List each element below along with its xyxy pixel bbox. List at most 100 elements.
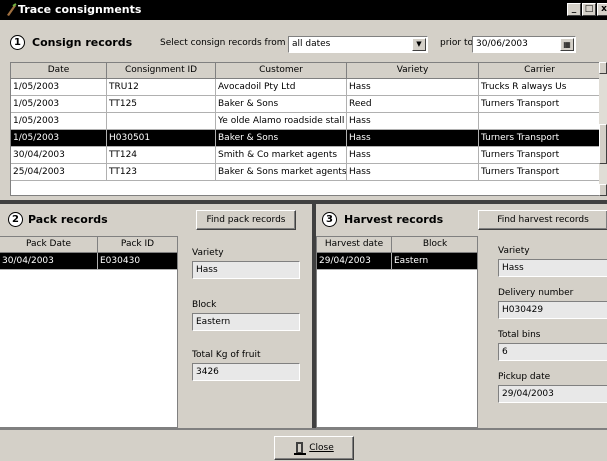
table-cell: Turners Transport	[479, 147, 599, 164]
column-header[interactable]: Date	[11, 63, 107, 79]
date-range-value: all dates	[292, 39, 331, 49]
table-cell: Hass	[347, 130, 479, 147]
harvest-section-title: Harvest records	[344, 213, 444, 226]
table-cell: Turners Transport	[479, 130, 599, 147]
harvest-variety-field: Hass	[498, 259, 607, 277]
table-cell: E030430	[98, 253, 177, 270]
table-cell: Baker & Sons	[216, 96, 347, 113]
table-cell: Turners Transport	[479, 96, 599, 113]
table-row[interactable]: 25/04/2003 TT123 Baker & Sons market agent…	[11, 164, 599, 181]
table-cell	[479, 113, 599, 130]
pickup-date-label: Pickup date	[498, 372, 551, 382]
column-header[interactable]: Harvest date	[317, 237, 392, 253]
table-row[interactable]: 1/05/2003 H030501 Baker & Sons Hass Turners …	[11, 130, 599, 147]
table-cell: 30/04/2003	[11, 147, 107, 164]
window-title: Trace consignments	[18, 3, 142, 16]
harvest-variety-label: Variety	[498, 246, 530, 256]
consign-grid-header: Date Consignment ID Customer Variety Carrier	[11, 63, 599, 79]
table-row[interactable]: 29/04/2003 Eastern	[317, 253, 477, 270]
table-cell: H030501	[107, 130, 216, 147]
table-row[interactable]: 1/05/2003 TT125 Baker & Sons Reed Turners Tr…	[11, 96, 599, 113]
consign-scrollbar[interactable]	[599, 62, 607, 196]
pack-variety-label: Variety	[192, 248, 224, 258]
section-2-number: 2	[8, 212, 23, 227]
table-cell: 1/05/2003	[11, 113, 107, 130]
table-cell: Hass	[347, 147, 479, 164]
table-cell: 1/05/2003	[11, 130, 107, 147]
table-cell: Avocadoil Pty Ltd	[216, 79, 347, 96]
close-button[interactable]: Close	[274, 436, 354, 460]
harvest-grid-header: Harvest date Block	[317, 237, 477, 253]
column-header[interactable]: Pack ID	[98, 237, 177, 253]
table-cell: TRU12	[107, 79, 216, 96]
pack-grid-header: Pack Date Pack ID	[0, 237, 177, 253]
table-cell: Reed	[347, 96, 479, 113]
select-consign-label: Select consign records from	[160, 38, 286, 48]
minimize-button[interactable]: _	[567, 3, 581, 16]
column-header[interactable]: Variety	[347, 63, 479, 79]
table-cell: 1/05/2003	[11, 96, 107, 113]
delivery-number-label: Delivery number	[498, 288, 574, 298]
pack-kg-label: Total Kg of fruit	[192, 350, 261, 360]
section-1-number: 1	[10, 35, 25, 50]
table-cell: 29/04/2003	[317, 253, 392, 270]
total-bins-field: 6	[498, 343, 607, 361]
title-bar[interactable]: Trace consignments _ □ x	[0, 0, 607, 20]
find-harvest-records-button[interactable]: Find harvest records	[478, 210, 607, 230]
door-icon	[294, 441, 307, 455]
section-divider	[0, 200, 607, 204]
scroll-thumb[interactable]	[599, 124, 607, 164]
table-cell: Trucks R always Us	[479, 79, 599, 96]
maximize-button[interactable]: □	[582, 3, 596, 16]
prior-date-value: 30/06/2003	[476, 39, 528, 49]
close-button-label: Close	[309, 443, 334, 453]
close-window-button[interactable]: x	[597, 3, 607, 16]
table-cell: Smith & Co market agents	[216, 147, 347, 164]
table-cell: Baker & Sons market agents	[216, 164, 347, 181]
table-row[interactable]: 30/04/2003 E030430	[0, 253, 177, 270]
scroll-down-button[interactable]	[599, 184, 607, 196]
table-row[interactable]: 1/05/2003 TRU12 Avocadoil Pty Ltd Hass Truck…	[11, 79, 599, 96]
app-icon	[7, 3, 17, 16]
column-header[interactable]: Consignment ID	[107, 63, 216, 79]
date-range-select[interactable]: all dates ▼	[288, 36, 428, 53]
table-cell: 30/04/2003	[0, 253, 98, 270]
find-pack-records-button[interactable]: Find pack records	[196, 210, 296, 230]
pack-variety-field: Hass	[192, 261, 300, 279]
table-cell: Eastern	[392, 253, 477, 270]
table-row[interactable]: 1/05/2003 Ye olde Alamo roadside stall Has…	[11, 113, 599, 130]
table-cell: TT124	[107, 147, 216, 164]
footer-divider	[0, 428, 607, 430]
chevron-down-icon[interactable]: ▼	[412, 38, 426, 51]
total-bins-label: Total bins	[498, 330, 541, 340]
pickup-date-field: 29/04/2003	[498, 385, 607, 403]
consign-section-title: Consign records	[32, 36, 133, 49]
table-cell: Baker & Sons	[216, 130, 347, 147]
consign-grid[interactable]: Date Consignment ID Customer Variety Carrier…	[10, 62, 600, 196]
table-cell: TT123	[107, 164, 216, 181]
pack-kg-field: 3426	[192, 363, 300, 381]
pack-grid[interactable]: Pack Date Pack ID 30/04/2003 E030430	[0, 236, 178, 428]
harvest-grid[interactable]: Harvest date Block 29/04/2003 Eastern	[316, 236, 478, 428]
table-cell	[107, 113, 216, 130]
column-header[interactable]: Carrier	[479, 63, 599, 79]
calendar-icon[interactable]: ▦	[560, 38, 574, 51]
table-cell: 1/05/2003	[11, 79, 107, 96]
delivery-number-field: H030429	[498, 301, 607, 319]
scroll-up-button[interactable]	[599, 62, 607, 74]
pack-block-field: Eastern	[192, 313, 300, 331]
column-header[interactable]: Pack Date	[0, 237, 98, 253]
prior-to-label: prior to	[440, 38, 474, 48]
pack-section-title: Pack records	[28, 213, 108, 226]
table-cell: Hass	[347, 79, 479, 96]
table-cell: Hass	[347, 113, 479, 130]
column-header[interactable]: Block	[392, 237, 477, 253]
table-cell: 25/04/2003	[11, 164, 107, 181]
table-cell: Turners Transport	[479, 164, 599, 181]
column-header[interactable]: Customer	[216, 63, 347, 79]
table-row[interactable]: 30/04/2003 TT124 Smith & Co market agents H…	[11, 147, 599, 164]
prior-date-field[interactable]: 30/06/2003 ▦	[472, 36, 576, 53]
table-cell: Ye olde Alamo roadside stall	[216, 113, 347, 130]
pack-block-label: Block	[192, 300, 217, 310]
table-cell: TT125	[107, 96, 216, 113]
